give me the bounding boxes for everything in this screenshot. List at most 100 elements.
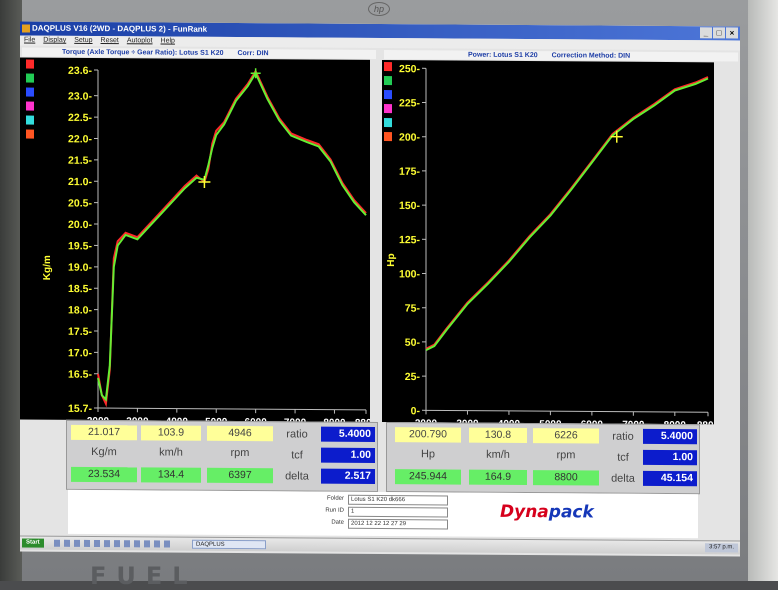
ratio-label: ratio — [275, 428, 319, 440]
power-y-tick-label: 25- — [405, 371, 421, 383]
torque-y-tick-label: 18.0- — [68, 304, 92, 316]
quicklaunch-icon[interactable] — [104, 540, 110, 547]
power-y-tick-label: 225- — [399, 97, 421, 109]
run-color-swatch[interactable] — [384, 76, 392, 85]
quicklaunch-icon[interactable] — [84, 540, 90, 547]
power-current-value: 200.790 — [395, 427, 461, 442]
rpm-unit-label: rpm — [533, 449, 599, 461]
power-run-legend — [384, 62, 392, 141]
run-color-swatch[interactable] — [26, 60, 34, 69]
power-readout-panel: 200.790 130.8 6226 Hp km/h rpm 245.944 1… — [386, 422, 700, 494]
power-series-line-2 — [426, 77, 708, 353]
date-field[interactable]: 2012 12 22 12 27 29 — [348, 519, 448, 530]
quicklaunch-icon[interactable] — [54, 540, 60, 547]
menu-reset[interactable]: Reset — [101, 36, 119, 46]
torque-max-value: 23.534 — [71, 467, 137, 482]
torque-current-rpm: 4946 — [207, 426, 273, 441]
torque-run-legend — [26, 60, 34, 139]
quicklaunch-icon[interactable] — [144, 540, 150, 547]
torque-max-speed: 134.4 — [141, 467, 201, 482]
power-y-tick-label: 0- — [411, 405, 421, 417]
torque-y-tick-label: 22.0- — [68, 133, 92, 145]
speed-unit-label: km/h — [141, 446, 201, 458]
run-color-swatch[interactable] — [26, 102, 34, 111]
run-color-swatch[interactable] — [26, 88, 34, 97]
power-x-axis — [426, 410, 708, 412]
power-y-tick-label: 50- — [405, 337, 421, 349]
ratio-label: ratio — [601, 431, 645, 443]
menu-display[interactable]: Display — [43, 36, 66, 46]
torque-y-tick-label: 21.0- — [68, 176, 92, 188]
torque-chart[interactable]: 23.6-23.0-22.5-22.0-21.5-21.0-20.5-20.0-… — [20, 57, 370, 421]
maximize-button[interactable]: □ — [713, 27, 725, 38]
taskbar-item-daqplus[interactable]: DAQPLUS — [192, 540, 266, 550]
menu-setup[interactable]: Setup — [74, 36, 92, 46]
close-button[interactable]: × — [726, 27, 738, 38]
delta-label: delta — [601, 473, 645, 485]
start-button[interactable]: Start — [22, 539, 44, 548]
hp-logo: hp — [368, 2, 390, 16]
dynapack-logo: Dynapack — [500, 502, 594, 523]
run-color-swatch[interactable] — [26, 74, 34, 83]
tcf-field[interactable]: 1.00 — [643, 450, 697, 465]
quicklaunch-icon[interactable] — [124, 540, 130, 547]
power-y-tick-label: 100- — [399, 268, 421, 280]
run-color-swatch[interactable] — [384, 90, 392, 99]
run-color-swatch[interactable] — [384, 132, 392, 141]
quicklaunch-icon[interactable] — [114, 540, 120, 547]
power-current-rpm: 6226 — [533, 428, 599, 443]
menu-file[interactable]: File — [24, 36, 35, 46]
torque-y-tick-label: 19.0- — [68, 262, 92, 274]
torque-y-axis-label: Kg/m — [42, 255, 53, 280]
power-chart[interactable]: 250-225-200-175-150-125-100-75-50-25-0-2… — [382, 60, 714, 424]
power-y-axis-label: Hp — [386, 253, 397, 266]
torque-current-value: 21.017 — [71, 425, 137, 440]
torque-current-speed: 103.9 — [141, 425, 201, 440]
speed-unit-label: km/h — [469, 449, 527, 461]
torque-y-tick-label: 15.7- — [68, 403, 92, 415]
ratio-field[interactable]: 5.4000 — [643, 429, 697, 444]
power-max-value: 245.944 — [395, 469, 461, 484]
menu-autoplot[interactable]: Autoplot — [127, 36, 153, 46]
ratio-field[interactable]: 5.4000 — [321, 427, 375, 442]
tcf-label: tcf — [601, 452, 645, 464]
screen: DAQPLUS V16 (2WD - DAQPLUS 2) - FunRank … — [20, 21, 740, 556]
power-y-tick-label: 175- — [399, 166, 421, 178]
torque-y-tick-label: 17.0- — [68, 347, 92, 359]
quicklaunch-icon[interactable] — [94, 540, 100, 547]
delta-value: 45.154 — [643, 471, 697, 486]
torque-y-tick-label: 22.5- — [68, 112, 92, 124]
minimize-button[interactable]: _ — [700, 27, 712, 38]
torque-x-axis — [98, 408, 366, 410]
quicklaunch-icon[interactable] — [74, 540, 80, 547]
quicklaunch-icon[interactable] — [164, 540, 170, 547]
power-correction: Correction Method: DIN — [552, 52, 631, 60]
torque-y-tick-label: 20.5- — [68, 197, 92, 209]
torque-correction: Corr: DIN — [237, 50, 268, 57]
torque-y-tick-label: 17.5- — [68, 326, 92, 338]
power-y-tick-label: 125- — [399, 234, 421, 246]
torque-y-tick-label: 23.6- — [68, 65, 92, 77]
folder-field[interactable]: Lotus S1 K20 dk666 — [348, 495, 448, 506]
run-color-swatch[interactable] — [384, 118, 392, 127]
run-id-field[interactable]: 1 — [348, 507, 448, 518]
run-color-swatch[interactable] — [384, 104, 392, 113]
quicklaunch-icon[interactable] — [134, 540, 140, 547]
monitor-brand-label: FUEL — [90, 562, 198, 590]
torque-chart-title: Torque (Axle Torque ÷ Gear Ratio): Lotus… — [62, 49, 224, 57]
run-color-swatch[interactable] — [384, 62, 392, 71]
run-id-label: Run ID — [322, 508, 344, 514]
window-title: DAQPLUS V16 (2WD - DAQPLUS 2) - FunRank — [32, 24, 207, 34]
torque-y-tick-label: 20.0- — [68, 219, 92, 231]
run-color-swatch[interactable] — [26, 116, 34, 125]
quicklaunch-icon[interactable] — [154, 540, 160, 547]
power-y-tick-label: 250- — [399, 63, 421, 75]
power-cursor-crosshair — [611, 131, 623, 143]
tcf-field[interactable]: 1.00 — [321, 448, 375, 463]
power-y-tick-label: 150- — [399, 200, 421, 212]
delta-label: delta — [275, 470, 319, 482]
menu-help[interactable]: Help — [161, 36, 175, 46]
rpm-unit-label: rpm — [207, 447, 273, 459]
quicklaunch-icon[interactable] — [64, 540, 70, 547]
run-color-swatch[interactable] — [26, 130, 34, 139]
